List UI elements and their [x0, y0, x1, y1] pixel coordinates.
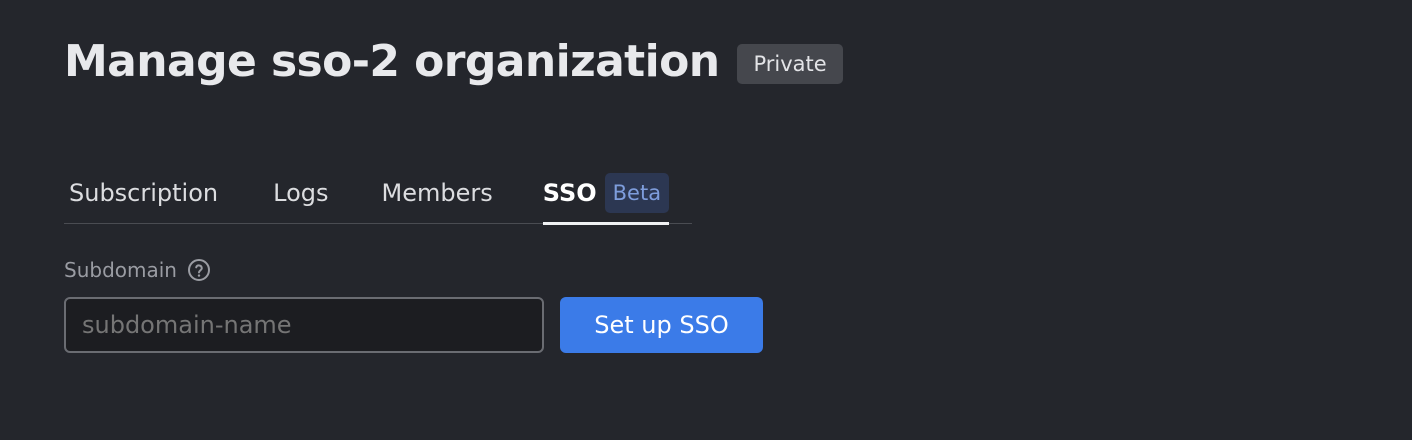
subdomain-label: Subdomain: [64, 258, 177, 282]
tab-members[interactable]: Members: [382, 168, 493, 223]
subdomain-field: [64, 297, 544, 353]
tab-label: Subscription: [69, 178, 219, 207]
subdomain-input[interactable]: [66, 299, 542, 351]
tab-logs[interactable]: Logs: [273, 168, 328, 223]
subdomain-label-row: Subdomain: [64, 258, 211, 282]
beta-badge: Beta: [604, 172, 670, 213]
tab-label: SSO: [542, 178, 597, 207]
page-header: Manage sso-2 organization Private: [64, 34, 843, 90]
set-up-sso-button[interactable]: Set up SSO: [560, 297, 763, 353]
visibility-badge: Private: [737, 44, 843, 84]
org-tabs: Subscription Logs Members SSO Beta: [64, 168, 692, 225]
tab-label: Members: [381, 178, 493, 207]
question-circle-icon[interactable]: [187, 258, 211, 282]
tab-subscription[interactable]: Subscription: [69, 168, 218, 223]
page-title: Manage sso-2 organization: [64, 36, 720, 87]
tab-label: Logs: [273, 178, 329, 207]
tab-sso[interactable]: SSO Beta: [542, 168, 670, 225]
sso-settings-page: Manage sso-2 organization Private Subscr…: [0, 0, 1412, 440]
